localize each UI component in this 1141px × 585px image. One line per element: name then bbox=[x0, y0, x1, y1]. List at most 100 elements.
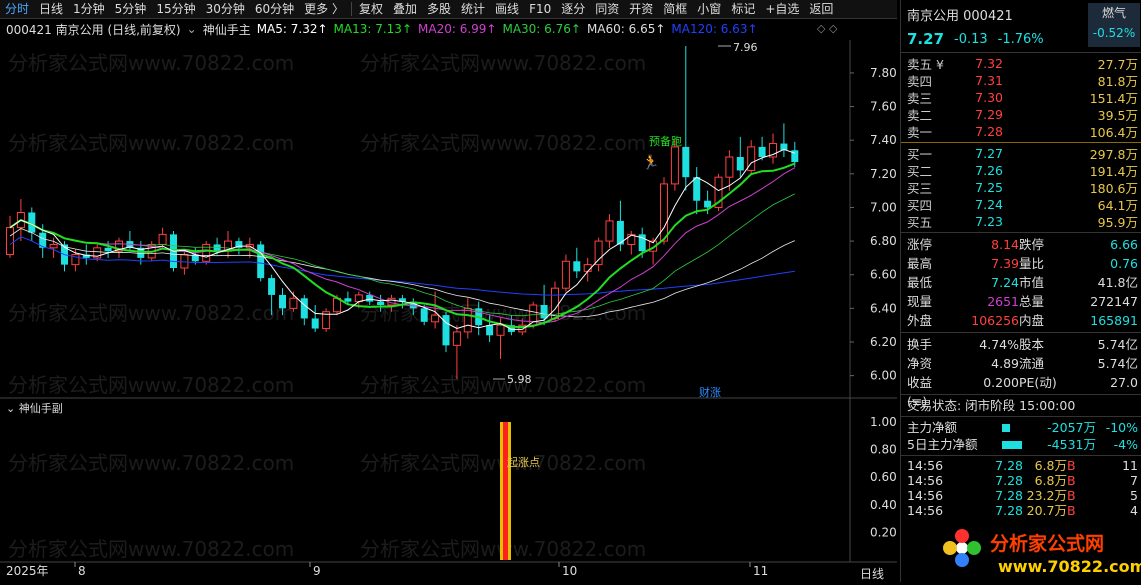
sub-indicator-name: 神仙手副 bbox=[18, 402, 63, 415]
book-price: 7.27 bbox=[975, 146, 1003, 161]
candle bbox=[300, 294, 308, 326]
book-price: 7.30 bbox=[975, 90, 1003, 105]
candle bbox=[780, 123, 788, 157]
candle bbox=[704, 190, 712, 215]
x-tick-label: 11 bbox=[753, 564, 768, 578]
toolbar-item-4[interactable]: 15分钟 bbox=[151, 0, 200, 18]
indicator-dropdown-icon[interactable]: ⌄ bbox=[187, 22, 197, 36]
flow1-pct: -10% bbox=[1105, 420, 1138, 435]
candle bbox=[213, 237, 221, 255]
book-row[interactable]: 卖五 ¥7.32 27.7万 bbox=[901, 55, 1141, 72]
y-tick-label: 7.40 bbox=[870, 133, 897, 147]
candle bbox=[366, 291, 374, 305]
sub-indicator-header[interactable]: ⌄ 神仙手副 bbox=[6, 400, 63, 416]
book-row[interactable]: 买四 7.24 64.1万 bbox=[901, 196, 1141, 213]
watermark-text: 分析家公式网www.70822.com bbox=[360, 537, 646, 561]
sub-y-tick-label: 0.60 bbox=[870, 470, 897, 484]
toolbar-item-12[interactable]: 画线 bbox=[490, 0, 524, 18]
toolbar-item-3[interactable]: 5分钟 bbox=[110, 0, 152, 18]
tick-time: 14:56 bbox=[907, 473, 944, 488]
candle bbox=[322, 308, 331, 332]
toolbar-item-17[interactable]: 简框 bbox=[658, 0, 692, 18]
toolbar-item-18[interactable]: 小窗 bbox=[692, 0, 726, 18]
candle bbox=[354, 291, 363, 309]
candle bbox=[49, 237, 58, 258]
y-tick-label: 6.20 bbox=[870, 335, 897, 349]
toolbar-item-11[interactable]: 统计 bbox=[456, 0, 490, 18]
runner-icon: 🏃 bbox=[642, 154, 659, 171]
stock-title: 000421 南京公用 (日线,前复权) bbox=[6, 22, 181, 37]
watermark-text: 分析家公式网www.70822.com bbox=[8, 51, 294, 75]
stat-value: 0.200 bbox=[983, 375, 1019, 390]
toolbar-item-8[interactable]: 复权 bbox=[354, 0, 388, 18]
kline-chart[interactable]: 分析家公式网www.70822.com 分析家公式网www.70822.com 分析… bbox=[0, 0, 897, 582]
watermark-text: 分析家公式网www.70822.com bbox=[8, 301, 294, 325]
book-row[interactable]: 卖三 7.30 151.4万 bbox=[901, 89, 1141, 106]
ma5-label: MA5: 7.32↑ bbox=[256, 22, 328, 36]
ma20-line bbox=[9, 167, 796, 324]
toolbar-item-19[interactable]: 标记 bbox=[726, 0, 760, 18]
divider bbox=[901, 455, 1141, 456]
candle bbox=[475, 301, 483, 336]
stat-label: 市值 bbox=[1019, 275, 1045, 290]
tick-n: 11 bbox=[1122, 458, 1138, 473]
sector-badge[interactable]: 燃气 -0.52% bbox=[1088, 3, 1140, 47]
tick-price: 7.28 bbox=[995, 488, 1023, 503]
candle bbox=[28, 207, 36, 242]
book-volume: 95.9万 bbox=[1097, 215, 1138, 230]
book-row[interactable]: 卖四 7.31 81.8万 bbox=[901, 72, 1141, 89]
sub-indicator-dropdown-icon[interactable]: ⌄ bbox=[6, 402, 15, 415]
toolbar-item-1[interactable]: 日线 bbox=[34, 0, 68, 18]
toolbar-item-0[interactable]: 分时 bbox=[0, 0, 34, 18]
book-row[interactable]: 买五 7.23 95.9万 bbox=[901, 213, 1141, 230]
toolbar-item-14[interactable]: 逐分 bbox=[556, 0, 590, 18]
pane-controls[interactable]: ◇ ◇ bbox=[817, 22, 837, 35]
toolbar-item-9[interactable]: 叠加 bbox=[388, 0, 422, 18]
book-row[interactable]: 卖一 7.28 106.4万 bbox=[901, 123, 1141, 140]
tick-time: 14:56 bbox=[907, 503, 944, 518]
divider bbox=[901, 332, 1141, 333]
toolbar-item-15[interactable]: 同资 bbox=[590, 0, 624, 18]
toolbar-item-21[interactable]: 返回 bbox=[804, 0, 838, 18]
y-tick-label: 6.60 bbox=[870, 268, 897, 282]
book-row[interactable]: 买三 7.25 180.6万 bbox=[901, 179, 1141, 196]
tick-list[interactable]: 14:56 7.28 6.8万 B 11 14:56 7.28 6.8万 B 7 14:56 7.28… bbox=[901, 458, 1141, 518]
toolbar-item-13[interactable]: F10 bbox=[524, 0, 556, 18]
toolbar-item-5[interactable]: 30分钟 bbox=[201, 0, 250, 18]
toolbar-item-6[interactable]: 60分钟 bbox=[250, 0, 299, 18]
sub-axis-labels: 1.00 0.80 0.60 0.40 0.20 bbox=[870, 415, 897, 539]
x-tick-label: 8 bbox=[78, 564, 86, 578]
stats-grid: 涨停 8.14 跌停 6.66 最高 7.39 量比 0.76 最低 7.24 市值 41.8亿 现量 2… bbox=[901, 235, 1141, 330]
x-tick-label: 10 bbox=[562, 564, 577, 578]
toolbar-item-10[interactable]: 多股 bbox=[422, 0, 456, 18]
tick-row: 14:56 7.28 20.7万 B 4 bbox=[901, 503, 1141, 518]
book-row[interactable]: 买一 7.27 297.8万 bbox=[901, 145, 1141, 162]
toolbar-item-20[interactable]: +自选 bbox=[760, 0, 804, 18]
candle bbox=[126, 231, 134, 252]
toolbar-item-7[interactable]: 更多 〉 bbox=[299, 0, 349, 18]
ma120-line bbox=[9, 236, 795, 296]
candle bbox=[431, 291, 440, 329]
book-row[interactable]: 卖二 7.29 39.5万 bbox=[901, 106, 1141, 123]
stat-value: 272147 bbox=[1090, 294, 1138, 309]
book-price: 7.24 bbox=[975, 197, 1003, 212]
candle bbox=[377, 294, 385, 312]
candle bbox=[16, 199, 25, 242]
x-tick-label: 9 bbox=[313, 564, 321, 578]
sector-pct: -0.52% bbox=[1092, 26, 1136, 40]
divider bbox=[901, 394, 1141, 395]
yubeipao-label: 预备跑 bbox=[649, 134, 682, 148]
book-row[interactable]: 买二 7.26 191.4万 bbox=[901, 162, 1141, 179]
capital-flow: 主力净额 -2057万 -10% 5日主力净额 -4531万 -4% bbox=[901, 419, 1141, 453]
candles-layer bbox=[6, 46, 799, 379]
candle bbox=[758, 136, 766, 161]
candle bbox=[224, 231, 232, 258]
book-price: 7.29 bbox=[975, 107, 1003, 122]
candle bbox=[660, 177, 668, 245]
toolbar-item-2[interactable]: 1分钟 bbox=[68, 0, 110, 18]
watermark-text: 分析家公式网www.70822.com bbox=[360, 301, 646, 325]
main-indicator-name[interactable]: 神仙手主 bbox=[203, 21, 251, 38]
candle bbox=[279, 288, 286, 316]
toolbar-item-16[interactable]: 开资 bbox=[624, 0, 658, 18]
y-tick-label: 7.00 bbox=[870, 200, 897, 214]
